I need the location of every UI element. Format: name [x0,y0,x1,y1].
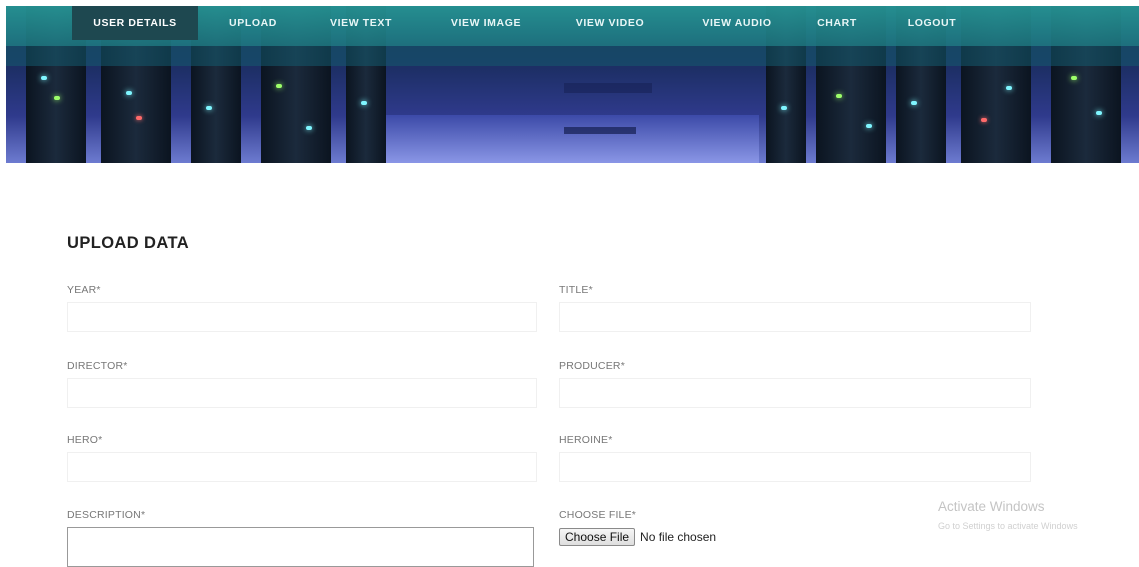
file-input: Choose File No file chosen [559,528,716,546]
producer-label: PRODUCER* [559,360,625,372]
director-field[interactable] [67,378,537,408]
nav-view-text[interactable]: VIEW TEXT [316,6,406,40]
main-navigation: USER DETAILS UPLOAD VIEW TEXT VIEW IMAGE… [6,6,1139,46]
page-title: UPLOAD DATA [67,234,190,252]
year-label: YEAR* [67,284,101,296]
title-field[interactable] [559,302,1031,332]
year-field[interactable] [67,302,537,332]
nav-view-image[interactable]: VIEW IMAGE [432,6,540,40]
director-label: DIRECTOR* [67,360,128,372]
description-textarea[interactable] [67,527,534,567]
activate-windows-title: Activate Windows [938,499,1045,514]
file-status-text: No file chosen [640,530,717,544]
nav-logout[interactable]: LOGOUT [894,6,970,40]
heroine-field[interactable] [559,452,1031,482]
nav-user-details[interactable]: USER DETAILS [72,6,198,40]
nav-view-video[interactable]: VIEW VIDEO [558,6,662,40]
activate-windows-subtitle: Go to Settings to activate Windows [938,521,1078,531]
description-label: DESCRIPTION* [67,509,146,521]
hero-label: HERO* [67,434,103,446]
choose-file-button[interactable]: Choose File [559,528,636,546]
producer-field[interactable] [559,378,1031,408]
choose-file-label: CHOOSE FILE* [559,509,637,521]
hero-field[interactable] [67,452,537,482]
nav-upload[interactable]: UPLOAD [214,6,292,40]
nav-chart[interactable]: CHART [806,6,868,40]
title-label: TITLE* [559,284,593,296]
heroine-label: HEROINE* [559,434,613,446]
header-banner: USER DETAILS UPLOAD VIEW TEXT VIEW IMAGE… [6,6,1139,163]
nav-view-audio[interactable]: VIEW AUDIO [684,6,790,40]
